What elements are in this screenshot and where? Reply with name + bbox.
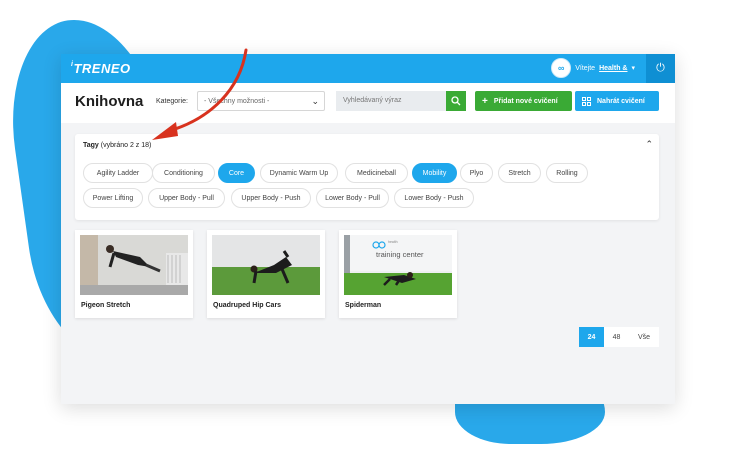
user-name-link[interactable]: Health & xyxy=(599,65,627,72)
upload-exercise-button[interactable]: Nahrát cvičení xyxy=(575,91,659,111)
chevron-down-icon: ▾ xyxy=(631,65,635,72)
app-window: iTRENEO ∞ Vítejte Health & ▾ ⏻ Knihovna … xyxy=(61,54,675,404)
plus-icon: + xyxy=(482,95,488,107)
exercise-thumbnail: health training center xyxy=(344,235,452,295)
tag-chip[interactable]: Upper Body - Pull xyxy=(148,188,225,208)
tags-panel: Tagy (vybráno 2 z 18) ⌃ Agility Ladder C… xyxy=(75,134,659,220)
exercise-card[interactable]: Quadruped Hip Cars xyxy=(207,230,325,318)
logout-button[interactable]: ⏻ xyxy=(646,54,675,83)
power-icon: ⏻ xyxy=(656,62,665,74)
greeting-text: Vítejte xyxy=(575,64,596,72)
page-size-24[interactable]: 24 xyxy=(579,327,604,347)
tag-chip[interactable]: Lower Body - Push xyxy=(394,188,474,208)
treneo-logo[interactable]: iTRENEO xyxy=(71,61,131,76)
tag-chip[interactable]: Rolling xyxy=(546,163,588,183)
exercise-title: Quadruped Hip Cars xyxy=(213,302,282,309)
exercise-title: Pigeon Stretch xyxy=(81,302,131,309)
add-exercise-button[interactable]: + Přidat nové cvičení xyxy=(475,91,572,111)
search-icon xyxy=(451,96,461,106)
search-button[interactable] xyxy=(446,91,466,111)
chevron-down-icon: ⌄ xyxy=(311,96,319,106)
page-size-all[interactable]: Vše xyxy=(629,327,659,347)
tag-chip[interactable]: Conditioning xyxy=(152,163,215,183)
tag-chip[interactable]: Stretch xyxy=(498,163,541,183)
tag-chip[interactable]: Lower Body - Pull xyxy=(316,188,389,208)
tag-chip[interactable]: Plyo xyxy=(460,163,493,183)
user-menu[interactable]: ∞ Vítejte Health & ▾ xyxy=(551,58,635,78)
search-input[interactable]: Vyhledávaný výraz xyxy=(336,91,446,111)
page-size-48[interactable]: 48 xyxy=(604,327,629,347)
category-value: - Všechny možnosti - xyxy=(204,98,270,105)
exercise-card[interactable]: Pigeon Stretch xyxy=(75,230,193,318)
exercise-card[interactable]: health training center Spiderman xyxy=(339,230,457,318)
exercise-thumbnail xyxy=(80,235,188,295)
tag-chip[interactable]: Core xyxy=(218,163,255,183)
upload-exercise-label: Nahrát cvičení xyxy=(597,97,645,105)
thumb-brand: training center xyxy=(376,250,424,259)
top-bar: iTRENEO ∞ Vítejte Health & ▾ ⏻ xyxy=(61,54,675,83)
add-exercise-label: Přidat nové cvičení xyxy=(493,97,558,105)
page-title: Knihovna xyxy=(75,93,144,110)
library-header: Knihovna Kategorie: - Všechny možnosti -… xyxy=(61,83,675,123)
exercise-title: Spiderman xyxy=(345,302,382,309)
thumb-brand-small: health xyxy=(388,240,398,244)
tag-chip[interactable]: Mobility xyxy=(412,163,457,183)
tag-chip[interactable]: Upper Body - Push xyxy=(231,188,311,208)
category-label: Kategorie: xyxy=(156,98,188,105)
tag-chip[interactable]: Agility Ladder xyxy=(83,163,153,183)
tag-chip[interactable]: Dynamic Warm Up xyxy=(260,163,338,183)
category-select[interactable]: - Všechny možnosti - ⌄ xyxy=(197,91,325,111)
chevron-up-icon[interactable]: ⌃ xyxy=(645,139,653,150)
tag-chip[interactable]: Medicineball xyxy=(345,163,408,183)
grid-icon xyxy=(582,96,591,106)
tags-title[interactable]: Tagy (vybráno 2 z 18) xyxy=(83,142,151,149)
health-logo-icon: ∞ xyxy=(551,58,572,78)
tags-selected-count: (vybráno 2 z 18) xyxy=(100,142,152,149)
exercise-thumbnail xyxy=(212,235,320,295)
tag-chip[interactable]: Power Lifting xyxy=(83,188,143,208)
